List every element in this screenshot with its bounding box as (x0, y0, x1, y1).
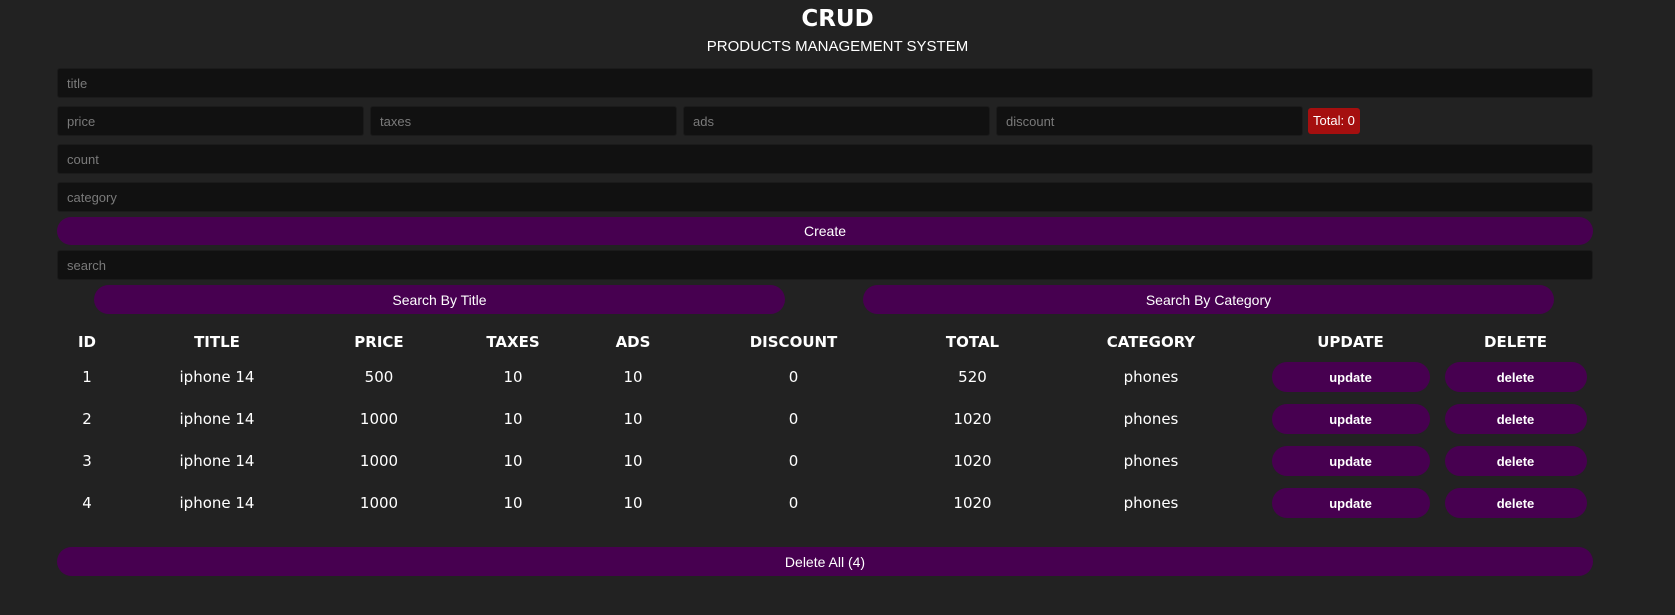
cell-id: 4 (82, 494, 92, 512)
cell-ads: 10 (623, 410, 643, 428)
cell-price: 1000 (359, 452, 399, 470)
delete-all-button[interactable]: Delete All (4) (57, 547, 1593, 576)
cell-price: 1000 (359, 494, 399, 512)
delete-button[interactable]: delete (1444, 362, 1587, 392)
cell-total: 520 (958, 368, 987, 386)
delete-button[interactable]: delete (1444, 488, 1587, 518)
cell-category: phones (1123, 368, 1179, 386)
update-button[interactable]: update (1271, 488, 1430, 518)
search-row (57, 250, 1593, 280)
search-input[interactable] (57, 250, 1593, 280)
count-row (57, 144, 1593, 174)
cell-discount: 0 (788, 452, 799, 470)
cell-price: 500 (364, 368, 394, 386)
header-update: UPDATE (1317, 333, 1384, 351)
create-row: Create (57, 217, 1593, 245)
cell-title: iphone 14 (179, 452, 255, 470)
table-row: 2 iphone 14 1000 10 10 0 1020 phones upd… (57, 398, 1593, 440)
search-by-category-button[interactable]: Search By Category (863, 285, 1554, 314)
search-by-title-button[interactable]: Search By Title (94, 285, 785, 314)
cell-update: update (1263, 482, 1438, 524)
header-delete: DELETE (1484, 333, 1547, 351)
header-id: ID (77, 333, 97, 351)
cell-discount: 0 (788, 494, 799, 512)
price-input[interactable] (57, 106, 364, 136)
cell-update: update (1263, 440, 1438, 482)
cell-discount: 0 (788, 368, 799, 386)
price-row: Total: 0 (57, 106, 1593, 136)
delete-button[interactable]: delete (1444, 404, 1587, 434)
taxes-input[interactable] (370, 106, 677, 136)
count-input[interactable] (57, 144, 1593, 174)
header-price: PRICE (354, 333, 404, 351)
discount-input[interactable] (996, 106, 1303, 136)
delete-button[interactable]: delete (1444, 446, 1587, 476)
products-table: ID TITLE PRICE TAXES ADS DISCOUNT TOTAL … (57, 328, 1593, 524)
cell-update: update (1263, 356, 1438, 398)
cell-taxes: 10 (503, 452, 523, 470)
page-header: CRUD PRODUCTS MANAGEMENT SYSTEM (0, 0, 1675, 56)
header-taxes: TAXES (486, 333, 540, 351)
table-row: 1 iphone 14 500 10 10 0 520 phones updat… (57, 356, 1593, 398)
update-button[interactable]: update (1271, 404, 1430, 434)
cell-total: 1020 (953, 452, 992, 470)
cell-taxes: 10 (503, 494, 523, 512)
cell-price: 1000 (359, 410, 399, 428)
table-row: 4 iphone 14 1000 10 10 0 1020 phones upd… (57, 482, 1593, 524)
cell-total: 1020 (953, 494, 992, 512)
cell-delete: delete (1438, 398, 1593, 440)
update-button[interactable]: update (1271, 446, 1430, 476)
table-header-row: ID TITLE PRICE TAXES ADS DISCOUNT TOTAL … (57, 328, 1593, 356)
cell-ads: 10 (623, 494, 643, 512)
page-title: CRUD (801, 6, 874, 32)
cell-title: iphone 14 (179, 494, 255, 512)
cell-id: 2 (82, 410, 92, 428)
cell-delete: delete (1438, 356, 1593, 398)
ads-input[interactable] (683, 106, 990, 136)
header-title: TITLE (194, 333, 240, 351)
table-row: 3 iphone 14 1000 10 10 0 1020 phones upd… (57, 440, 1593, 482)
cell-discount: 0 (788, 410, 799, 428)
header-ads: ADS (615, 333, 651, 351)
cell-id: 3 (82, 452, 92, 470)
title-input[interactable] (57, 68, 1593, 98)
category-input[interactable] (57, 182, 1593, 212)
cell-taxes: 10 (503, 368, 523, 386)
cell-delete: delete (1438, 482, 1593, 524)
title-row (57, 68, 1593, 98)
header-discount: DISCOUNT (749, 333, 838, 351)
search-buttons: Search By Title Search By Category (94, 285, 1554, 314)
create-button[interactable]: Create (57, 217, 1593, 245)
cell-title: iphone 14 (179, 368, 255, 386)
cell-category: phones (1123, 452, 1179, 470)
header-category: CATEGORY (1106, 333, 1196, 351)
cell-title: iphone 14 (179, 410, 255, 428)
cell-taxes: 10 (503, 410, 523, 428)
cell-ads: 10 (623, 452, 643, 470)
header-total: TOTAL (945, 333, 1000, 351)
cell-category: phones (1123, 410, 1179, 428)
cell-update: update (1263, 398, 1438, 440)
page-subtitle: PRODUCTS MANAGEMENT SYSTEM (706, 38, 969, 55)
cell-ads: 10 (623, 368, 643, 386)
category-row (57, 182, 1593, 212)
cell-id: 1 (82, 368, 92, 386)
total-badge: Total: 0 (1308, 108, 1360, 134)
cell-category: phones (1123, 494, 1179, 512)
cell-delete: delete (1438, 440, 1593, 482)
update-button[interactable]: update (1271, 362, 1430, 392)
cell-total: 1020 (953, 410, 992, 428)
